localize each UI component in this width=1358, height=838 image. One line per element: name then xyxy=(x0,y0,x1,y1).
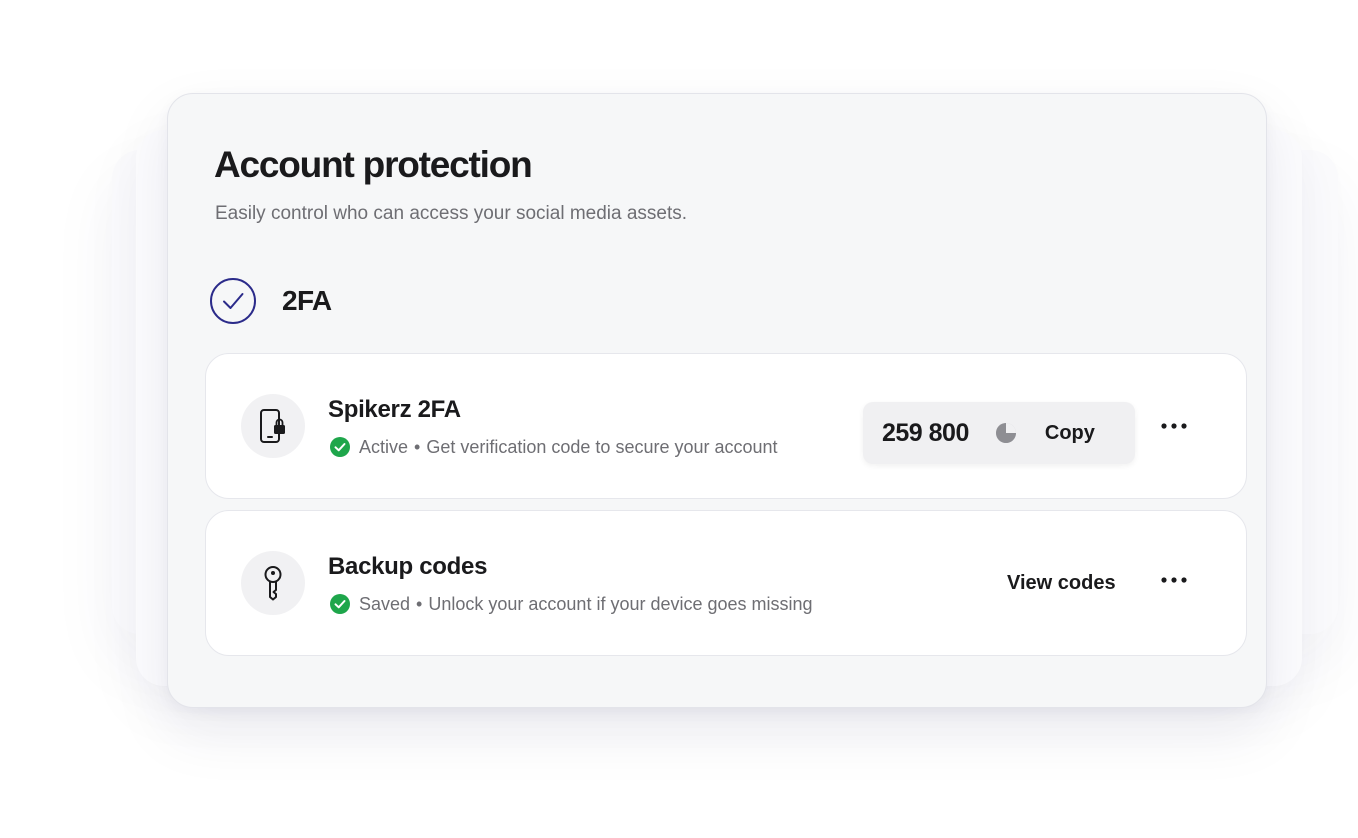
countdown-timer-icon xyxy=(995,422,1017,444)
status-label: Active xyxy=(359,437,409,457)
method-status-line: Active • Get verification code to secure… xyxy=(330,436,778,458)
more-horizontal-icon[interactable] xyxy=(1156,414,1192,438)
method-row-spikerz-2fa: Spikerz 2FA Active • Get verification co… xyxy=(205,353,1247,499)
verification-code-box: 259 800 Copy xyxy=(863,402,1135,464)
card-subtitle: Easily control who can access your socia… xyxy=(215,203,688,224)
view-codes-button[interactable]: View codes xyxy=(1007,571,1116,595)
copy-button[interactable]: Copy xyxy=(1045,422,1095,445)
method-status-line: Saved • Unlock your account if your devi… xyxy=(330,593,813,615)
status-description: Get verification code to secure your acc… xyxy=(426,437,778,457)
status-check-icon xyxy=(330,594,350,614)
card-title: Account protection xyxy=(214,144,533,185)
account-protection-card: Account protection Easily control who ca… xyxy=(167,93,1267,708)
status-label: Saved xyxy=(359,594,411,614)
status-description: Unlock your account if your device goes … xyxy=(428,594,813,614)
check-circle-icon xyxy=(210,278,256,324)
status-check-icon xyxy=(330,437,350,457)
method-row-backup-codes: Backup codes Saved • Unlock your account… xyxy=(205,510,1247,656)
more-horizontal-icon[interactable] xyxy=(1156,568,1192,592)
verification-code: 259 800 xyxy=(882,418,969,447)
method-title: Spikerz 2FA xyxy=(328,396,461,423)
status-separator: • xyxy=(416,594,423,614)
section-header-2fa: 2FA xyxy=(210,276,332,326)
key-icon xyxy=(241,551,305,615)
status-separator: • xyxy=(414,437,421,457)
page: Account protection Easily control who ca… xyxy=(0,0,1358,838)
section-title: 2FA xyxy=(282,285,332,316)
phone-lock-icon xyxy=(241,394,305,458)
method-title: Backup codes xyxy=(328,553,488,580)
